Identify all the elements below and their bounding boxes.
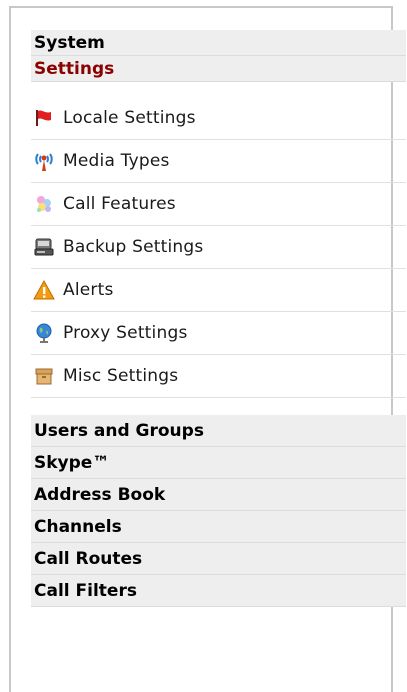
nav-bottom-sections: Users and Groups Skype™ Address Book Cha… xyxy=(31,415,406,607)
submenu-item-label: Backup Settings xyxy=(63,237,204,257)
nav-section-users-and-groups[interactable]: Users and Groups xyxy=(31,415,406,447)
nav-section-settings[interactable]: Settings xyxy=(31,56,406,82)
globe-icon xyxy=(33,322,55,344)
nav-section-address-book[interactable]: Address Book xyxy=(31,479,406,511)
nav-section-system[interactable]: System xyxy=(31,30,406,56)
backup-drive-icon xyxy=(33,236,55,258)
nav-section-call-routes[interactable]: Call Routes xyxy=(31,543,406,575)
nav-section-skype[interactable]: Skype™ xyxy=(31,447,406,479)
submenu-item-label: Locale Settings xyxy=(63,108,196,128)
antenna-icon xyxy=(33,150,55,172)
submenu-item-media-types[interactable]: Media Types xyxy=(31,140,406,183)
submenu-item-label: Misc Settings xyxy=(63,366,179,386)
submenu-item-label: Proxy Settings xyxy=(63,323,188,343)
sparkle-icon xyxy=(33,193,55,215)
nav-section-call-filters[interactable]: Call Filters xyxy=(31,575,406,607)
submenu-item-misc-settings[interactable]: Misc Settings xyxy=(31,355,406,398)
box-icon xyxy=(33,365,55,387)
submenu-item-call-features[interactable]: Call Features xyxy=(31,183,406,226)
settings-navigation: System Settings Locale Settings Media Ty… xyxy=(31,30,406,607)
submenu-item-label: Call Features xyxy=(63,194,176,214)
warning-icon xyxy=(33,279,55,301)
submenu-item-alerts[interactable]: Alerts xyxy=(31,269,406,312)
submenu-item-label: Alerts xyxy=(63,280,114,300)
submenu-item-label: Media Types xyxy=(63,151,170,171)
settings-submenu: Locale Settings Media Types Call Feature… xyxy=(31,97,406,398)
red-flag-icon xyxy=(33,107,55,129)
nav-section-channels[interactable]: Channels xyxy=(31,511,406,543)
submenu-item-locale-settings[interactable]: Locale Settings xyxy=(31,97,406,140)
submenu-item-proxy-settings[interactable]: Proxy Settings xyxy=(31,312,406,355)
submenu-item-backup-settings[interactable]: Backup Settings xyxy=(31,226,406,269)
